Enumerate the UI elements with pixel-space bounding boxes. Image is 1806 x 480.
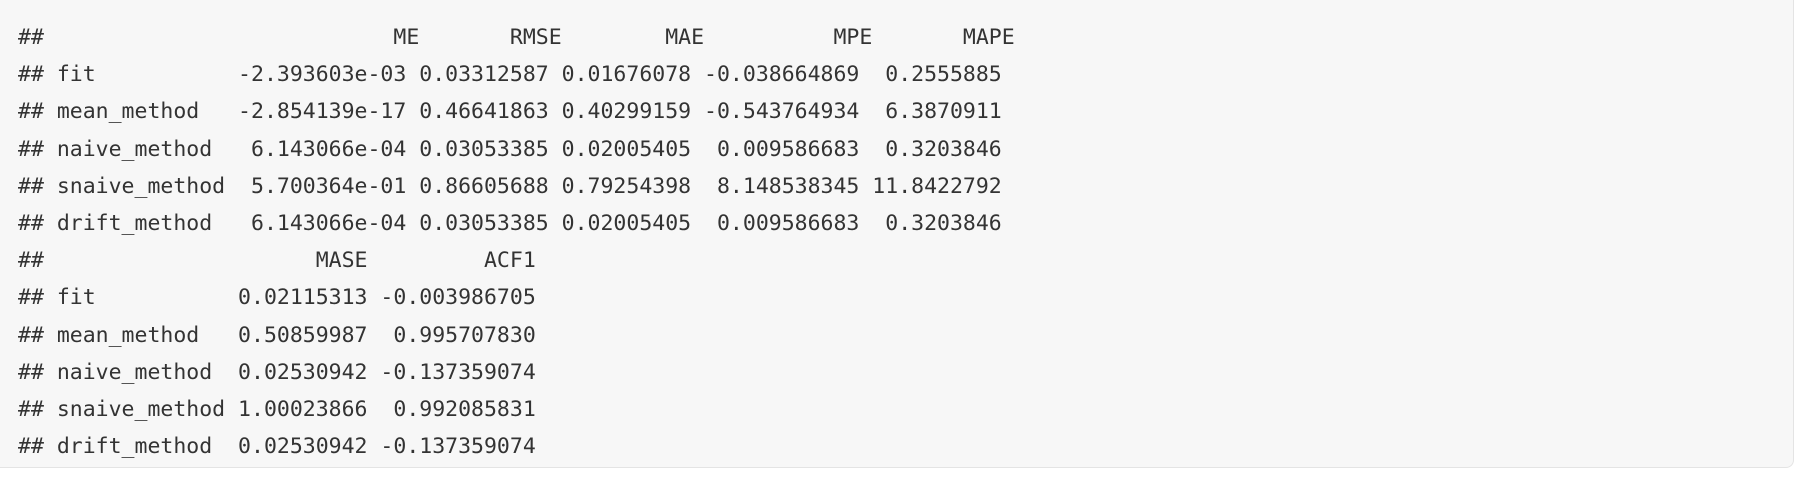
row-mean-method: ## mean_method -2.854139e-17 0.46641863 … bbox=[18, 99, 1002, 125]
row-snaive-method: ## snaive_method 5.700364e-01 0.86605688… bbox=[18, 173, 1002, 199]
row-mean-method-mase-acf1: ## mean_method 0.50859987 0.995707830 bbox=[18, 322, 536, 348]
row-drift-method: ## drift_method 6.143066e-04 0.03053385 … bbox=[18, 210, 1002, 236]
header-line-mase-acf1: ## MASE ACF1 bbox=[18, 248, 536, 274]
row-fit-mase-acf1: ## fit 0.02115313 -0.003986705 bbox=[18, 285, 536, 311]
header-line-accuracy-metrics: ## ME RMSE MAE MPE MAPE bbox=[18, 25, 1015, 50]
console-output: ## ME RMSE MAE MPE MAPE ## fit -2.393603e… bbox=[18, 19, 1015, 465]
row-drift-method-mase-acf1: ## drift_method 0.02530942 -0.137359074 bbox=[18, 434, 536, 460]
console-output-box: ## ME RMSE MAE MPE MAPE ## fit -2.393603e… bbox=[0, 0, 1794, 468]
row-snaive-method-mase-acf1: ## snaive_method 1.00023866 0.992085831 bbox=[18, 396, 536, 422]
row-fit: ## fit -2.393603e-03 0.03312587 0.016760… bbox=[18, 62, 1002, 88]
row-naive-method-mase-acf1: ## naive_method 0.02530942 -0.137359074 bbox=[18, 359, 536, 385]
row-naive-method: ## naive_method 6.143066e-04 0.03053385 … bbox=[18, 136, 1002, 162]
